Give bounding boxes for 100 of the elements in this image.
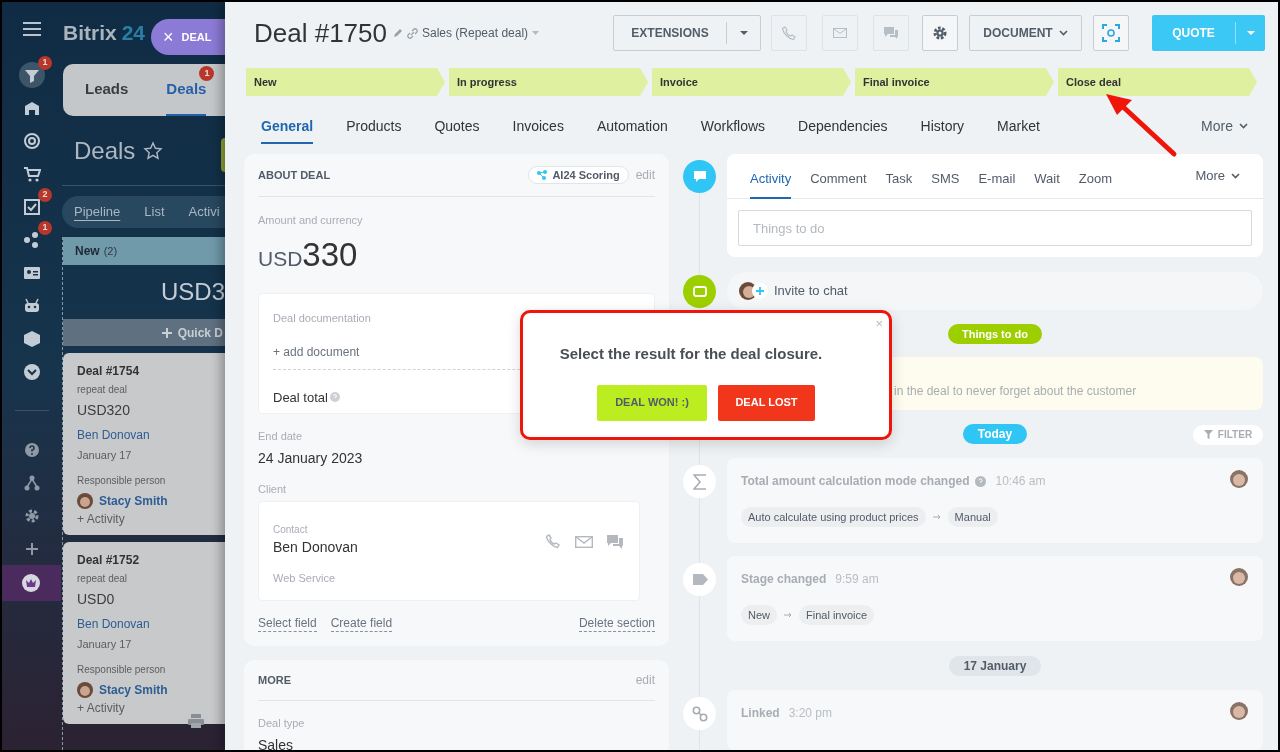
tab[interactable]: Workflows <box>700 116 766 144</box>
caret-icon <box>739 31 748 35</box>
view-tab[interactable]: Activi <box>188 202 220 222</box>
nodes-icon <box>537 170 548 180</box>
cube-icon <box>23 329 41 348</box>
composer-tab[interactable]: Comment <box>810 154 867 199</box>
tab[interactable]: Market <box>997 116 1040 144</box>
dashed-link[interactable]: Create field <box>330 616 393 632</box>
stage-step[interactable]: New <box>246 68 445 96</box>
tab[interactable]: Products <box>346 116 402 144</box>
more-button[interactable]: More <box>1195 166 1240 186</box>
sigma-icon <box>692 473 707 490</box>
avatar-icon <box>1230 470 1248 489</box>
scan-icon <box>1102 24 1120 42</box>
mail-icon <box>833 28 847 38</box>
deal-card[interactable]: Deal #1752 repeat deal USD0 Ben Donovan January 17 Responsible person Stacy Smith + Activity <box>63 542 225 724</box>
stage-step[interactable]: In progress <box>449 68 648 96</box>
person-label: Responsible person <box>77 662 167 677</box>
client-link[interactable]: Ben Donovan <box>77 615 150 633</box>
field-label: Deal documentation <box>273 311 372 326</box>
tab[interactable]: Invoices <box>512 116 564 144</box>
composer-tab[interactable]: Zoom <box>1078 154 1113 199</box>
view-tab[interactable]: List <box>144 202 165 222</box>
field-label: Contact <box>273 523 309 537</box>
client-link[interactable]: Ben Donovan <box>77 426 150 444</box>
help-icon <box>23 440 41 459</box>
quick-deal-button[interactable]: Quick D <box>63 319 225 346</box>
composer-tab[interactable]: E-mail <box>978 154 1016 199</box>
tab[interactable]: History <box>920 116 965 144</box>
composer-tab[interactable]: Wait <box>1034 154 1060 199</box>
tag-icon <box>691 574 708 586</box>
printer-icon[interactable] <box>188 714 204 728</box>
stage-step[interactable]: Invoice <box>652 68 851 96</box>
avatar-add-icon <box>738 281 768 301</box>
composer-tab[interactable]: Activity <box>750 154 792 199</box>
tab[interactable]: Leads <box>85 64 129 116</box>
document-button[interactable]: DOCUMENT <box>969 15 1082 51</box>
deal-card[interactable]: Deal #1754 repeat deal USD320 Ben Donovan January 17 Responsible person Stacy Smith + Activity <box>63 353 225 535</box>
avatar-icon <box>77 492 93 509</box>
plus-icon <box>161 327 172 338</box>
chevron-down-icon <box>1058 30 1068 36</box>
deal-won-button[interactable]: DEAL WON! :) <box>597 384 707 421</box>
scan-button[interactable] <box>1093 15 1129 51</box>
dots-icon <box>23 230 41 249</box>
event-time: 3:20 pm <box>788 705 833 722</box>
menu-icon[interactable] <box>23 22 41 36</box>
avatar-icon <box>1230 568 1248 587</box>
deal-lost-button[interactable]: DEAL LOST <box>718 384 815 421</box>
more-tabs-button[interactable]: More <box>1201 116 1248 136</box>
close-icon[interactable]: × <box>163 23 174 51</box>
pipeline-dropdown[interactable]: Sales (Repeat deal) <box>422 24 540 42</box>
composer-tab[interactable]: Task <box>885 154 913 199</box>
deal-title: Deal #1754 <box>77 363 141 380</box>
tab[interactable]: Quotes <box>434 116 480 144</box>
square-icon <box>692 285 707 298</box>
crown-nav-item[interactable] <box>2 565 61 601</box>
person-link[interactable]: Stacy Smith <box>99 491 168 510</box>
deal-date: January 17 <box>77 637 133 652</box>
date-badge: Today <box>962 424 1028 445</box>
extensions-split-button[interactable]: EXTENSIONS <box>613 15 761 51</box>
caret-icon <box>1246 31 1255 35</box>
tab[interactable]: Dependencies <box>798 116 888 144</box>
person-link[interactable]: Stacy Smith <box>99 680 168 699</box>
dashed-link[interactable]: Select field <box>258 616 317 632</box>
tab[interactable]: Automation <box>596 116 668 144</box>
task-input-field[interactable]: Things to do <box>738 210 1252 246</box>
help-icon <box>329 392 340 403</box>
field-label: End date <box>258 429 304 444</box>
arrow-right-icon <box>932 514 941 521</box>
date-badge: 17 January <box>948 656 1042 677</box>
contact-name[interactable]: Ben Donovan <box>273 537 625 558</box>
reminder-text: in the deal to never forget about the customer <box>894 382 1137 400</box>
nav-item[interactable] <box>19 61 45 88</box>
view-tab[interactable]: Pipeline <box>74 202 121 222</box>
column-count: (2) <box>103 243 118 259</box>
tab[interactable]: General <box>261 116 314 144</box>
phone-icon <box>782 26 796 40</box>
star-icon[interactable] <box>143 140 164 161</box>
close-tab-label: DEAL <box>181 29 212 45</box>
page-title: Deals <box>74 135 136 166</box>
company-name: Web Service <box>273 571 337 586</box>
close-tab[interactable]: × DEAL <box>151 19 225 55</box>
notification-badge: 2 <box>38 188 52 202</box>
tree-icon <box>23 473 41 492</box>
event-title: Stage changed <box>741 571 827 589</box>
logo-number: 24 <box>121 20 146 47</box>
scoring-badge[interactable]: AI24 Scoring <box>528 166 629 184</box>
composer-tab[interactable]: SMS <box>931 154 960 199</box>
stage-step[interactable]: Final invoice <box>855 68 1054 96</box>
settings-button[interactable] <box>922 15 958 51</box>
invite-to-chat-button[interactable]: Invite to chat <box>727 272 1263 310</box>
add-activity-link[interactable]: + Activity <box>77 698 125 717</box>
notification-badge: 1 <box>38 221 52 235</box>
field-label: Deal total <box>273 388 328 407</box>
delete-section-link[interactable]: Delete section <box>578 616 655 632</box>
value-tag: Final invoice <box>799 605 875 626</box>
link-icon <box>691 705 708 722</box>
add-button[interactable] <box>221 138 225 172</box>
stage-step[interactable]: Close deal <box>1058 68 1257 96</box>
add-activity-link[interactable]: + Activity <box>77 509 125 528</box>
